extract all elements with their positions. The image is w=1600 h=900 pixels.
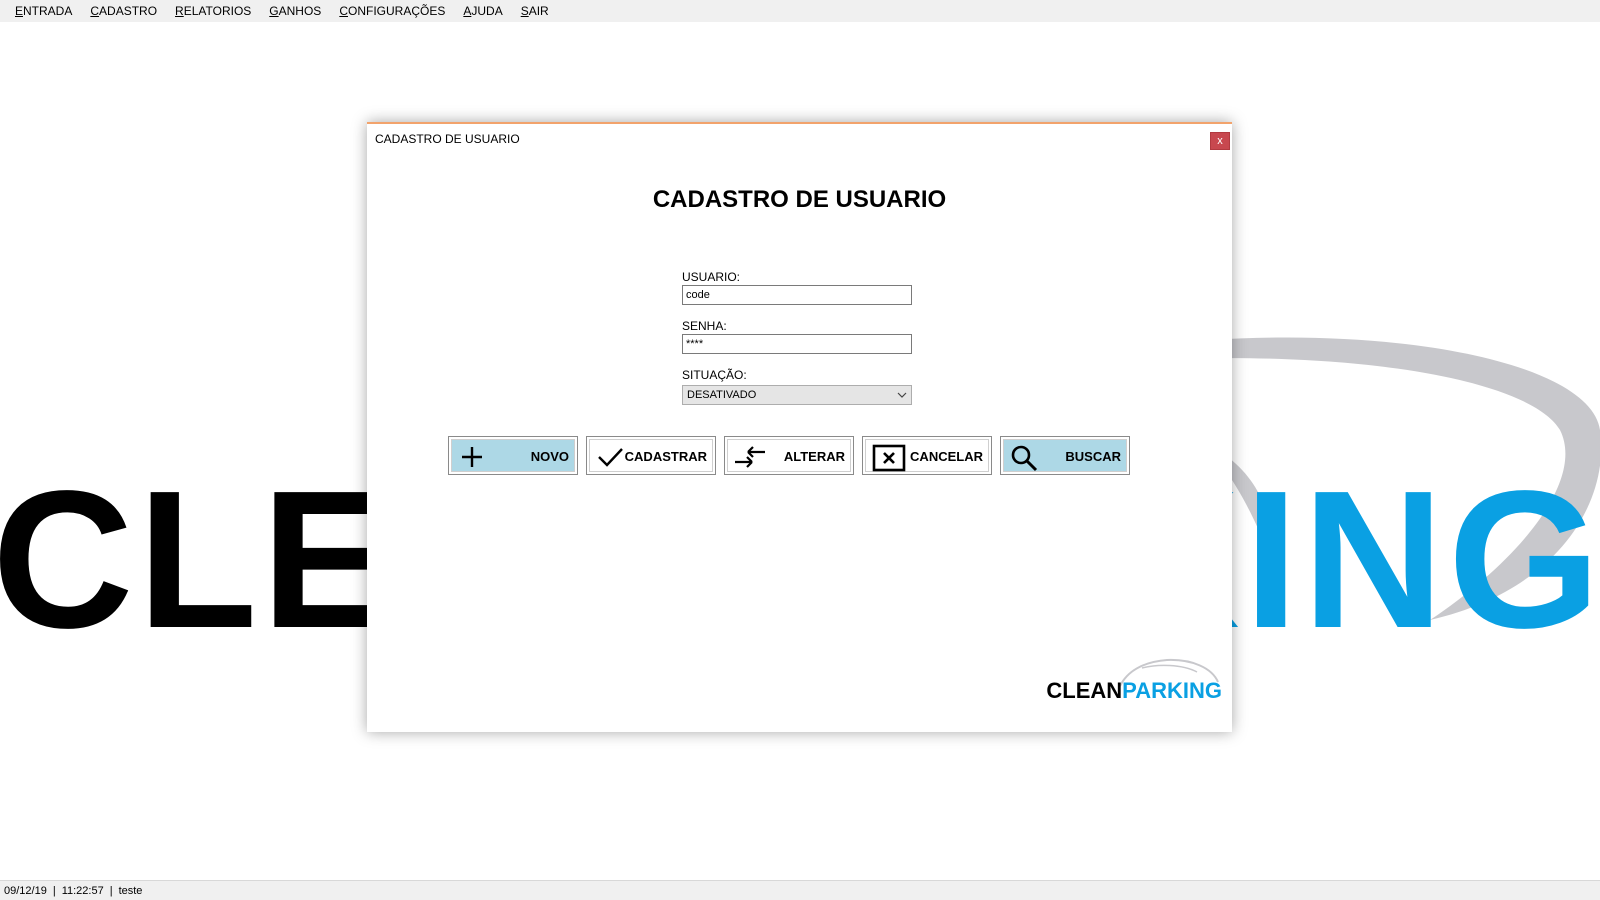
senha-input[interactable]: **** bbox=[682, 334, 912, 354]
alterar-button[interactable]: ALTERAR bbox=[724, 436, 854, 475]
situacao-label: SITUAÇÃO: bbox=[682, 368, 747, 382]
cancelar-label: CANCELAR bbox=[910, 449, 983, 464]
status-user: teste bbox=[118, 885, 143, 897]
usuario-input[interactable]: code bbox=[682, 285, 912, 305]
usuario-label: USUARIO: bbox=[682, 270, 741, 284]
swap-arrows-icon bbox=[734, 444, 765, 470]
status-separator: | bbox=[52, 885, 56, 897]
novo-button[interactable]: NOVO bbox=[448, 436, 578, 475]
novo-label: NOVO bbox=[530, 449, 569, 464]
cadastrar-button[interactable]: CADASTRAR bbox=[586, 436, 716, 475]
form-heading: CADASTRO DE USUARIO bbox=[652, 186, 947, 213]
situacao-select[interactable]: DESATIVADO bbox=[682, 385, 912, 405]
status-bar: 09/12/19 | 11:22:57 | teste bbox=[0, 880, 1600, 900]
status-date: 09/12/19 bbox=[4, 885, 47, 897]
chevron-down-icon bbox=[897, 386, 907, 411]
cancelar-button[interactable]: CANCELAR bbox=[862, 436, 992, 475]
box-x-icon bbox=[872, 444, 906, 472]
magnifier-icon bbox=[1010, 444, 1038, 472]
status-separator: | bbox=[109, 885, 113, 897]
senha-label: SENHA: bbox=[682, 319, 727, 333]
logo-text: CLEANPARKING bbox=[1046, 678, 1222, 703]
buscar-button[interactable]: BUSCAR bbox=[1000, 436, 1130, 475]
dialog-title: CADASTRO DE USUARIO bbox=[375, 132, 520, 146]
status-time: 11:22:57 bbox=[61, 885, 104, 897]
check-icon bbox=[596, 444, 624, 470]
cleanparking-logo: CLEANPARKING bbox=[1022, 654, 1222, 709]
cadastrar-label: CADASTRAR bbox=[624, 449, 707, 464]
plus-icon bbox=[458, 444, 486, 470]
cadastro-usuario-dialog: CADASTRO DE USUARIO x CADASTRO DE USUARI… bbox=[367, 122, 1232, 732]
buscar-label: BUSCAR bbox=[1065, 449, 1121, 464]
situacao-selected-value: DESATIVADO bbox=[687, 389, 757, 401]
alterar-label: ALTERAR bbox=[783, 449, 845, 464]
close-button[interactable]: x bbox=[1210, 132, 1230, 150]
